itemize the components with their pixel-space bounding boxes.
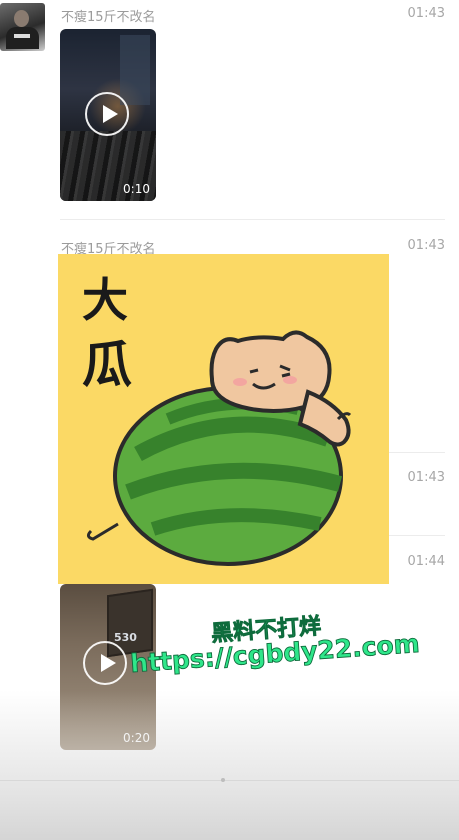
video-duration: 0:20 [123,731,150,745]
sticker-text-2: 瓜 [82,336,132,394]
play-icon[interactable] [85,92,129,136]
message-time: 01:43 [407,6,445,21]
play-icon[interactable] [83,641,127,685]
sticker-text-1: 大 [82,273,128,327]
avatar[interactable] [0,3,45,51]
watermelon-bear-sticker: 大 瓜 [82,273,352,566]
sender-name: 不瘦15斤不改名 [61,10,156,25]
message-time: 01:43 [407,470,445,485]
divider [60,219,445,220]
sticker-message[interactable]: 大 瓜 [58,254,389,584]
loading-dot [221,778,225,782]
video-duration: 0:10 [123,182,150,196]
divider [0,780,459,781]
video-message[interactable]: 0:10 [60,29,156,201]
message-time: 01:44 [407,554,445,569]
message-time: 01:43 [407,238,445,253]
room-number: 530 [114,631,137,644]
